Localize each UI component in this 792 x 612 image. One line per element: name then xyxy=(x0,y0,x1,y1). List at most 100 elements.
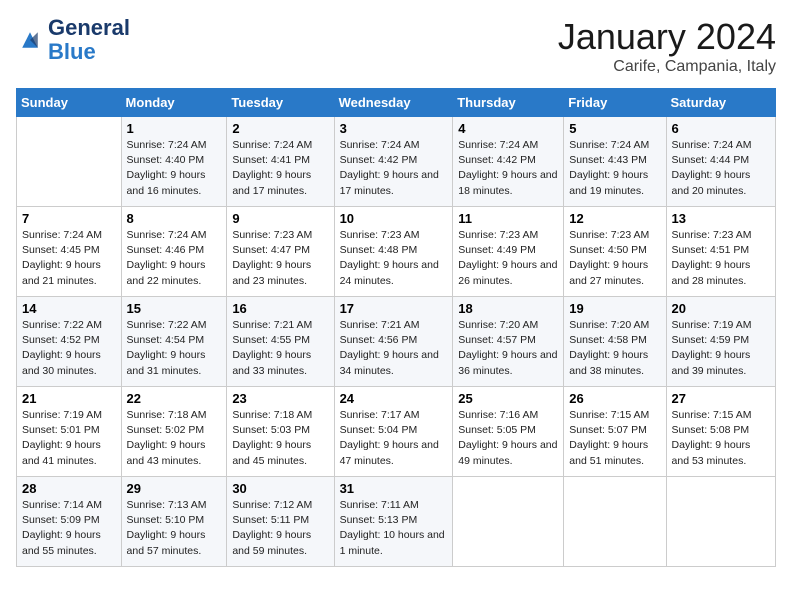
col-header-saturday: Saturday xyxy=(666,89,775,117)
calendar-cell: 23 Sunrise: 7:18 AMSunset: 5:03 PMDayligh… xyxy=(227,387,334,477)
day-number: 6 xyxy=(672,121,770,136)
cell-info: Sunrise: 7:11 AMSunset: 5:13 PMDaylight:… xyxy=(340,498,448,559)
cell-info: Sunrise: 7:20 AMSunset: 4:58 PMDaylight:… xyxy=(569,318,660,379)
calendar-cell xyxy=(453,477,564,567)
calendar-cell: 3 Sunrise: 7:24 AMSunset: 4:42 PMDaylight… xyxy=(334,117,453,207)
cell-info: Sunrise: 7:24 AMSunset: 4:41 PMDaylight:… xyxy=(232,138,328,199)
day-number: 15 xyxy=(127,301,222,316)
cell-info: Sunrise: 7:22 AMSunset: 4:52 PMDaylight:… xyxy=(22,318,116,379)
calendar-row: 28Sunrise: 7:14 AMSunset: 5:09 PMDayligh… xyxy=(17,477,776,567)
calendar-table: SundayMondayTuesdayWednesdayThursdayFrid… xyxy=(16,88,776,567)
day-number: 17 xyxy=(340,301,448,316)
calendar-cell: 6 Sunrise: 7:24 AMSunset: 4:44 PMDaylight… xyxy=(666,117,775,207)
day-number: 4 xyxy=(458,121,558,136)
day-number: 27 xyxy=(672,391,770,406)
day-number: 13 xyxy=(672,211,770,226)
cell-info: Sunrise: 7:16 AMSunset: 5:05 PMDaylight:… xyxy=(458,408,558,469)
calendar-cell: 30 Sunrise: 7:12 AMSunset: 5:11 PMDayligh… xyxy=(227,477,334,567)
calendar-cell: 15 Sunrise: 7:22 AMSunset: 4:54 PMDayligh… xyxy=(121,297,227,387)
cell-info: Sunrise: 7:23 AMSunset: 4:49 PMDaylight:… xyxy=(458,228,558,289)
day-number: 25 xyxy=(458,391,558,406)
calendar-row: 14 Sunrise: 7:22 AMSunset: 4:52 PMDayligh… xyxy=(17,297,776,387)
calendar-cell: 27 Sunrise: 7:15 AMSunset: 5:08 PMDayligh… xyxy=(666,387,775,477)
calendar-cell: 19 Sunrise: 7:20 AMSunset: 4:58 PMDayligh… xyxy=(564,297,666,387)
cell-info: Sunrise: 7:15 AMSunset: 5:08 PMDaylight:… xyxy=(672,408,770,469)
day-number: 2 xyxy=(232,121,328,136)
cell-info: Sunrise: 7:23 AMSunset: 4:51 PMDaylight:… xyxy=(672,228,770,289)
calendar-header-row: SundayMondayTuesdayWednesdayThursdayFrid… xyxy=(17,89,776,117)
calendar-cell: 14 Sunrise: 7:22 AMSunset: 4:52 PMDayligh… xyxy=(17,297,122,387)
day-number: 30 xyxy=(232,481,328,496)
calendar-cell: 16 Sunrise: 7:21 AMSunset: 4:55 PMDayligh… xyxy=(227,297,334,387)
day-number: 8 xyxy=(127,211,222,226)
cell-info: Sunrise: 7:19 AMSunset: 4:59 PMDaylight:… xyxy=(672,318,770,379)
calendar-cell: 17Sunrise: 7:21 AMSunset: 4:56 PMDayligh… xyxy=(334,297,453,387)
calendar-cell: 22 Sunrise: 7:18 AMSunset: 5:02 PMDayligh… xyxy=(121,387,227,477)
cell-info: Sunrise: 7:24 AMSunset: 4:44 PMDaylight:… xyxy=(672,138,770,199)
cell-info: Sunrise: 7:17 AMSunset: 5:04 PMDaylight:… xyxy=(340,408,448,469)
calendar-cell: 9 Sunrise: 7:23 AMSunset: 4:47 PMDaylight… xyxy=(227,207,334,297)
cell-info: Sunrise: 7:18 AMSunset: 5:02 PMDaylight:… xyxy=(127,408,222,469)
calendar-cell xyxy=(564,477,666,567)
calendar-cell: 4Sunrise: 7:24 AMSunset: 4:42 PMDaylight… xyxy=(453,117,564,207)
day-number: 1 xyxy=(127,121,222,136)
day-number: 19 xyxy=(569,301,660,316)
calendar-cell: 20Sunrise: 7:19 AMSunset: 4:59 PMDayligh… xyxy=(666,297,775,387)
logo-blue: Blue xyxy=(48,40,130,64)
day-number: 31 xyxy=(340,481,448,496)
cell-info: Sunrise: 7:21 AMSunset: 4:55 PMDaylight:… xyxy=(232,318,328,379)
col-header-wednesday: Wednesday xyxy=(334,89,453,117)
day-number: 14 xyxy=(22,301,116,316)
calendar-cell: 24 Sunrise: 7:17 AMSunset: 5:04 PMDayligh… xyxy=(334,387,453,477)
cell-info: Sunrise: 7:19 AMSunset: 5:01 PMDaylight:… xyxy=(22,408,116,469)
calendar-cell: 13 Sunrise: 7:23 AMSunset: 4:51 PMDayligh… xyxy=(666,207,775,297)
calendar-cell: 10Sunrise: 7:23 AMSunset: 4:48 PMDayligh… xyxy=(334,207,453,297)
calendar-row: 7 Sunrise: 7:24 AMSunset: 4:45 PMDaylight… xyxy=(17,207,776,297)
calendar-cell: 21Sunrise: 7:19 AMSunset: 5:01 PMDayligh… xyxy=(17,387,122,477)
day-number: 18 xyxy=(458,301,558,316)
day-number: 24 xyxy=(340,391,448,406)
day-number: 9 xyxy=(232,211,328,226)
cell-info: Sunrise: 7:18 AMSunset: 5:03 PMDaylight:… xyxy=(232,408,328,469)
calendar-cell: 12 Sunrise: 7:23 AMSunset: 4:50 PMDayligh… xyxy=(564,207,666,297)
cell-info: Sunrise: 7:22 AMSunset: 4:54 PMDaylight:… xyxy=(127,318,222,379)
day-number: 23 xyxy=(232,391,328,406)
calendar-cell: 18Sunrise: 7:20 AMSunset: 4:57 PMDayligh… xyxy=(453,297,564,387)
cell-info: Sunrise: 7:23 AMSunset: 4:50 PMDaylight:… xyxy=(569,228,660,289)
page-header: General Blue January 2024 Carife, Campan… xyxy=(16,16,776,76)
calendar-cell: 1 Sunrise: 7:24 AMSunset: 4:40 PMDaylight… xyxy=(121,117,227,207)
day-number: 12 xyxy=(569,211,660,226)
day-number: 28 xyxy=(22,481,116,496)
cell-info: Sunrise: 7:24 AMSunset: 4:42 PMDaylight:… xyxy=(340,138,448,199)
cell-info: Sunrise: 7:13 AMSunset: 5:10 PMDaylight:… xyxy=(127,498,222,559)
calendar-row: 1 Sunrise: 7:24 AMSunset: 4:40 PMDaylight… xyxy=(17,117,776,207)
logo: General Blue xyxy=(16,16,130,64)
day-number: 26 xyxy=(569,391,660,406)
calendar-cell: 25 Sunrise: 7:16 AMSunset: 5:05 PMDayligh… xyxy=(453,387,564,477)
day-number: 7 xyxy=(22,211,116,226)
cell-info: Sunrise: 7:24 AMSunset: 4:45 PMDaylight:… xyxy=(22,228,116,289)
col-header-sunday: Sunday xyxy=(17,89,122,117)
col-header-monday: Monday xyxy=(121,89,227,117)
day-number: 29 xyxy=(127,481,222,496)
calendar-cell: 29 Sunrise: 7:13 AMSunset: 5:10 PMDayligh… xyxy=(121,477,227,567)
cell-info: Sunrise: 7:24 AMSunset: 4:43 PMDaylight:… xyxy=(569,138,660,199)
day-number: 22 xyxy=(127,391,222,406)
day-number: 5 xyxy=(569,121,660,136)
cell-info: Sunrise: 7:24 AMSunset: 4:46 PMDaylight:… xyxy=(127,228,222,289)
calendar-cell: 2 Sunrise: 7:24 AMSunset: 4:41 PMDaylight… xyxy=(227,117,334,207)
col-header-friday: Friday xyxy=(564,89,666,117)
cell-info: Sunrise: 7:24 AMSunset: 4:40 PMDaylight:… xyxy=(127,138,222,199)
logo-text: General Blue xyxy=(48,16,130,64)
day-number: 3 xyxy=(340,121,448,136)
calendar-cell: 7 Sunrise: 7:24 AMSunset: 4:45 PMDaylight… xyxy=(17,207,122,297)
cell-info: Sunrise: 7:12 AMSunset: 5:11 PMDaylight:… xyxy=(232,498,328,559)
day-number: 16 xyxy=(232,301,328,316)
calendar-row: 21Sunrise: 7:19 AMSunset: 5:01 PMDayligh… xyxy=(17,387,776,477)
calendar-cell: 31 Sunrise: 7:11 AMSunset: 5:13 PMDayligh… xyxy=(334,477,453,567)
cell-info: Sunrise: 7:23 AMSunset: 4:47 PMDaylight:… xyxy=(232,228,328,289)
cell-info: Sunrise: 7:23 AMSunset: 4:48 PMDaylight:… xyxy=(340,228,448,289)
calendar-cell: 26Sunrise: 7:15 AMSunset: 5:07 PMDayligh… xyxy=(564,387,666,477)
calendar-cell: 11Sunrise: 7:23 AMSunset: 4:49 PMDayligh… xyxy=(453,207,564,297)
location-title: Carife, Campania, Italy xyxy=(558,58,776,76)
